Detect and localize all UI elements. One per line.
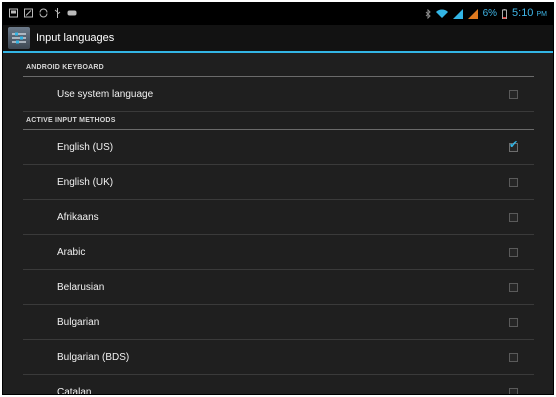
- list-item-use-system-language[interactable]: Use system language: [23, 77, 534, 112]
- list-item-afrikaans[interactable]: Afrikaans: [23, 200, 534, 235]
- settings-sliders-icon[interactable]: [8, 27, 30, 49]
- usb-icon: [54, 8, 61, 18]
- page-title: Input languages: [36, 32, 115, 44]
- gamepad-icon: [67, 10, 77, 16]
- bluetooth-icon: [425, 9, 431, 19]
- checkbox[interactable]: [509, 90, 518, 99]
- checkbox[interactable]: [509, 178, 518, 187]
- signal-icon-2: [467, 9, 478, 19]
- section-header-android-keyboard: ANDROID KEYBOARD: [23, 56, 534, 77]
- screenshot-icon: [24, 8, 33, 18]
- section-header-active-input-methods: ACTIVE INPUT METHODS: [23, 109, 534, 130]
- checkmark-icon: ✔: [509, 139, 519, 151]
- checkbox[interactable]: [509, 248, 518, 257]
- battery-icon: [502, 9, 508, 19]
- device-screen: 6% 5:10 PM Input languages ANDROID KEYBO…: [2, 2, 554, 395]
- list-item-english-uk[interactable]: English (UK): [23, 165, 534, 200]
- list-item-bulgarian[interactable]: Bulgarian: [23, 305, 534, 340]
- status-right-area: 6% 5:10 PM: [425, 7, 547, 21]
- checkbox[interactable]: [509, 283, 518, 292]
- signal-icon-1: [452, 9, 463, 19]
- list-item-bulgarian-bds[interactable]: Bulgarian (BDS): [23, 340, 534, 375]
- notification-icon: [9, 8, 18, 18]
- battery-percent: 6%: [482, 8, 498, 19]
- checkbox[interactable]: [509, 388, 518, 394]
- settings-list: ANDROID KEYBOARD Use system language ACT…: [3, 53, 553, 394]
- sync-icon: [39, 8, 48, 18]
- checkbox[interactable]: [509, 318, 518, 327]
- wifi-icon: [435, 9, 448, 18]
- checkbox[interactable]: [509, 353, 518, 362]
- checkbox[interactable]: [509, 213, 518, 222]
- action-bar: Input languages: [3, 25, 553, 53]
- list-item-catalan[interactable]: Catalan: [23, 375, 534, 394]
- checkbox-checked[interactable]: ✔: [509, 139, 519, 152]
- list-item-arabic[interactable]: Arabic: [23, 235, 534, 270]
- status-left-icons: [9, 8, 77, 18]
- clock: 5:10 PM: [512, 7, 547, 19]
- list-item-belarusian[interactable]: Belarusian: [23, 270, 534, 305]
- status-bar: 6% 5:10 PM: [3, 3, 553, 25]
- list-item-english-us[interactable]: English (US) ✔: [23, 130, 534, 165]
